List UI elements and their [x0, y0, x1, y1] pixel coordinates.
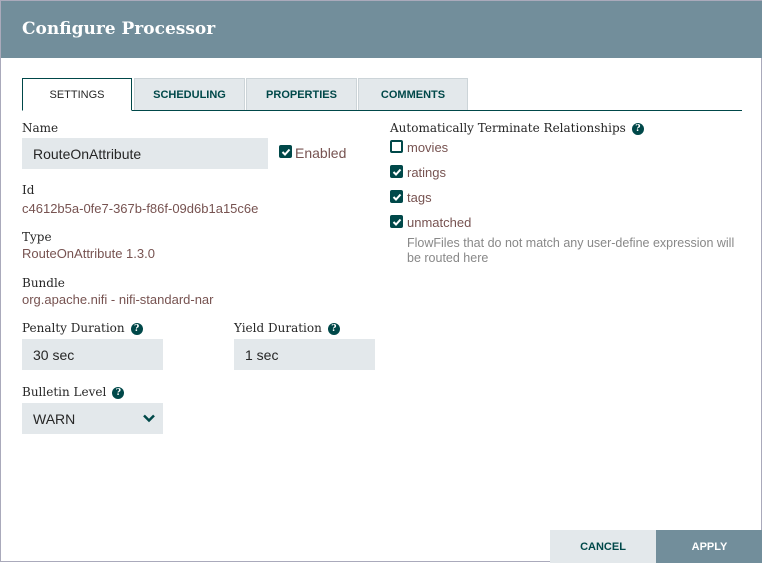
apply-button[interactable]: APPLY — [656, 530, 762, 563]
chevron-down-icon — [143, 414, 155, 423]
tab-scheduling[interactable]: SCHEDULING — [134, 78, 245, 111]
relationship-label: tags — [407, 190, 432, 205]
relationship-checkbox-tags[interactable] — [390, 190, 403, 203]
enabled-label: Enabled — [295, 145, 347, 161]
bulletin-level-select[interactable]: WARN — [22, 403, 163, 434]
bundle-value: org.apache.nifi - nifi-standard-nar — [22, 292, 214, 307]
enabled-checkbox[interactable] — [279, 145, 292, 158]
help-icon[interactable]: ? — [112, 386, 125, 399]
type-value: RouteOnAttribute 1.3.0 — [22, 246, 155, 261]
help-icon[interactable]: ? — [327, 322, 340, 335]
yield-duration-label: Yield Duration? — [234, 321, 340, 335]
relationship-checkbox-ratings[interactable] — [390, 165, 403, 178]
check-icon — [281, 148, 290, 156]
bundle-label: Bundle — [22, 276, 65, 290]
relationship-checkbox-movies[interactable] — [390, 140, 403, 153]
tab-settings[interactable]: SETTINGS — [22, 78, 132, 111]
type-label: Type — [22, 230, 52, 244]
unmatched-description: FlowFiles that do not match any user-def… — [407, 236, 735, 265]
bulletin-level-value: WARN — [33, 410, 76, 427]
relationship-label: movies — [407, 140, 449, 155]
id-label: Id — [22, 183, 35, 197]
help-icon[interactable]: ? — [631, 122, 644, 135]
auto-terminate-text: Automatically Terminate Relationships — [390, 121, 626, 135]
relationship-checkbox-unmatched[interactable] — [390, 215, 403, 228]
id-value: c4612b5a-0fe7-367b-f86f-09d6b1a15c6e — [22, 201, 259, 216]
help-icon[interactable]: ? — [130, 322, 143, 335]
penalty-duration-input[interactable]: 30 sec — [22, 339, 163, 370]
yield-duration-input[interactable]: 1 sec — [234, 339, 375, 370]
tab-properties[interactable]: PROPERTIES — [246, 78, 357, 111]
bulletin-level-label: Bulletin Level? — [22, 385, 125, 399]
penalty-duration-text: Penalty Duration — [22, 321, 125, 335]
relationship-label: unmatched — [407, 215, 472, 230]
check-icon — [392, 218, 401, 226]
name-label: Name — [22, 121, 59, 135]
auto-terminate-label: Automatically Terminate Relationships? — [390, 121, 644, 135]
check-icon — [392, 168, 401, 176]
penalty-duration-label: Penalty Duration? — [22, 321, 143, 335]
dialog-title: Configure Processor — [22, 19, 216, 39]
relationship-label: ratings — [407, 165, 447, 180]
yield-duration-text: Yield Duration — [234, 321, 322, 335]
tab-comments[interactable]: COMMENTS — [358, 78, 468, 111]
bulletin-level-text: Bulletin Level — [22, 385, 107, 399]
check-icon — [392, 193, 401, 201]
name-input[interactable]: RouteOnAttribute — [22, 138, 268, 169]
cancel-button[interactable]: CANCEL — [550, 530, 656, 563]
